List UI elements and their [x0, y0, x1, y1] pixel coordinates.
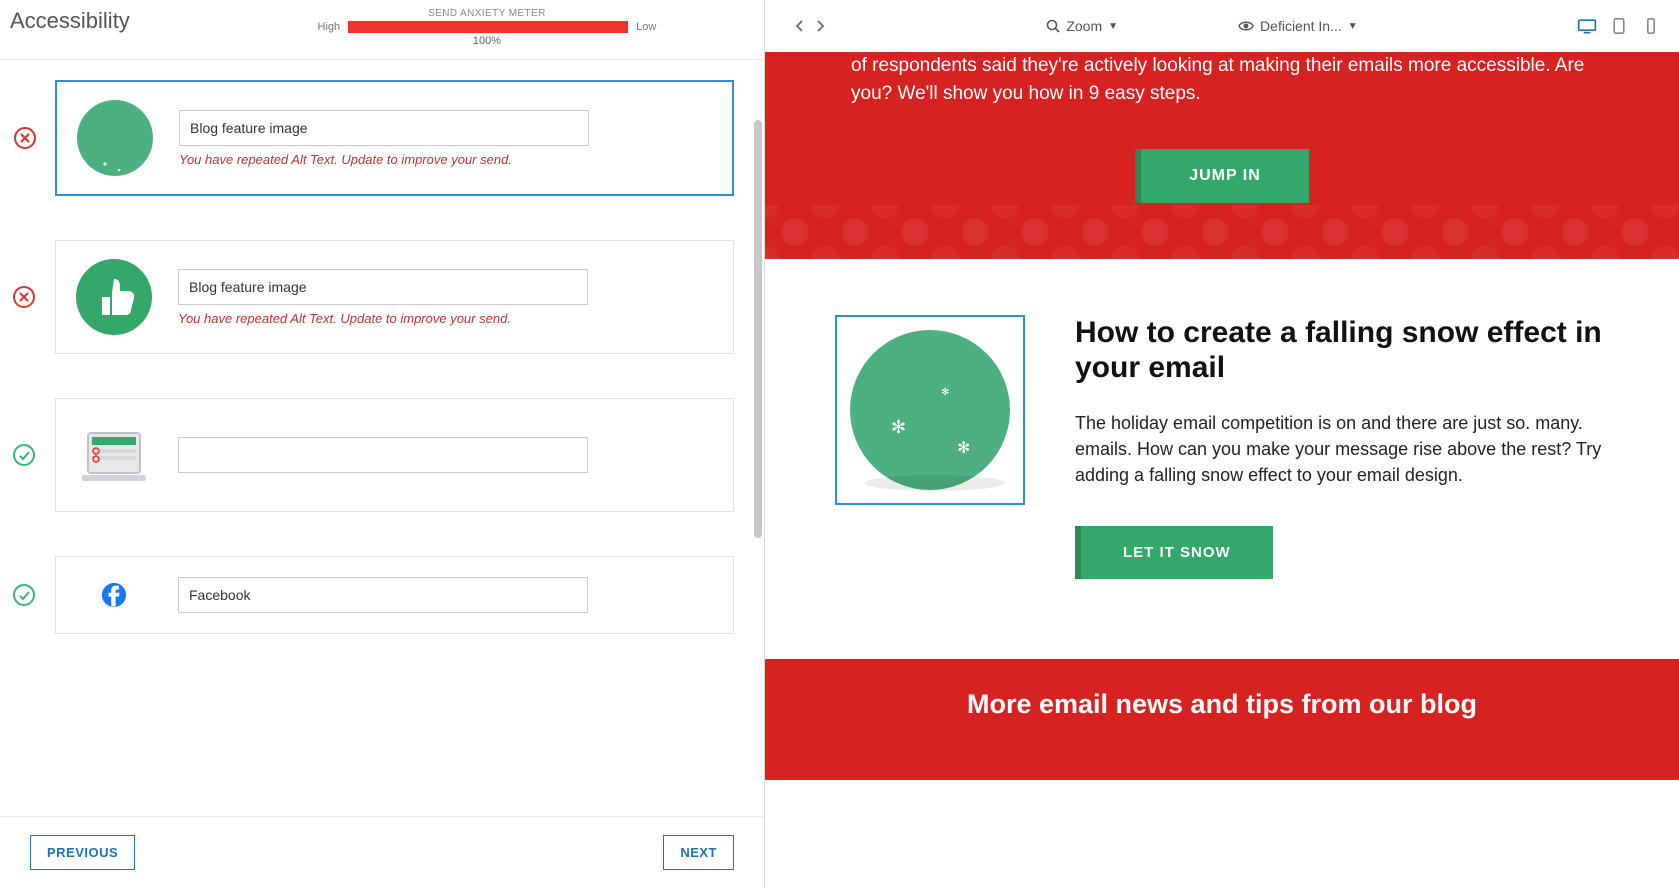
- thumb-snow-circle: [75, 98, 155, 178]
- email-preview-scroll[interactable]: of respondents said they're actively loo…: [765, 52, 1679, 888]
- eye-icon: [1238, 20, 1254, 32]
- status-error-icon: [14, 127, 36, 149]
- left-footer: PREVIOUS NEXT: [0, 816, 764, 888]
- meter-title: SEND ANXIETY METER: [220, 8, 754, 19]
- meter-bar: [348, 21, 628, 33]
- thumb-laptop-icon: [74, 415, 154, 495]
- chevron-right-icon[interactable]: [813, 19, 827, 33]
- preview-panel: Zoom ▼ Deficient In... ▼ of respondents …: [765, 0, 1679, 888]
- scrollbar-thumb[interactable]: [754, 120, 762, 538]
- thumb-facebook-icon: [92, 573, 136, 617]
- tablet-icon[interactable]: [1609, 18, 1629, 34]
- meter-percent: 100%: [220, 35, 754, 47]
- hero-section: of respondents said they're actively loo…: [765, 52, 1679, 259]
- chevron-left-icon[interactable]: [793, 19, 807, 33]
- caret-down-icon: ▼: [1108, 21, 1118, 32]
- nav-arrows[interactable]: [793, 19, 827, 33]
- let-it-snow-button[interactable]: LET IT SNOW: [1075, 526, 1273, 579]
- article-title: How to create a falling snow effect in y…: [1075, 315, 1609, 386]
- cards-scroll[interactable]: You have repeated Alt Text. Update to im…: [0, 60, 764, 816]
- alt-warning: You have repeated Alt Text. Update to im…: [179, 152, 714, 167]
- zoom-dropdown[interactable]: Zoom ▼: [1046, 18, 1118, 34]
- article-section: How to create a falling snow effect in y…: [765, 259, 1679, 659]
- alt-text-input[interactable]: [178, 269, 588, 305]
- article-desc: The holiday email competition is on and …: [1075, 410, 1609, 488]
- hero-pattern: [765, 205, 1679, 259]
- alt-text-input[interactable]: [178, 577, 588, 613]
- next-button[interactable]: NEXT: [663, 835, 734, 870]
- caret-down-icon: ▼: [1348, 21, 1358, 32]
- mobile-icon[interactable]: [1641, 18, 1661, 34]
- alt-text-input[interactable]: [178, 437, 588, 473]
- desktop-icon[interactable]: [1577, 18, 1597, 34]
- status-error-icon: [13, 286, 35, 308]
- alt-text-card[interactable]: You have repeated Alt Text. Update to im…: [55, 80, 734, 196]
- vision-dropdown[interactable]: Deficient In... ▼: [1238, 18, 1358, 34]
- left-header: Accessibility SEND ANXIETY METER High Lo…: [0, 0, 764, 60]
- hero-text: of respondents said they're actively loo…: [851, 52, 1593, 107]
- search-icon: [1046, 19, 1060, 33]
- vision-label: Deficient In...: [1260, 18, 1342, 34]
- email-body: of respondents said they're actively loo…: [765, 52, 1679, 780]
- alt-text-card[interactable]: [55, 398, 734, 512]
- accessibility-panel: Accessibility SEND ANXIETY METER High Lo…: [0, 0, 765, 888]
- previous-button[interactable]: PREVIOUS: [30, 835, 135, 870]
- meter-low-label: Low: [636, 21, 656, 33]
- anxiety-meter: SEND ANXIETY METER High Low 100%: [220, 8, 754, 47]
- page-title: Accessibility: [10, 8, 130, 34]
- alt-text-card[interactable]: [55, 556, 734, 634]
- status-ok-icon: [13, 584, 35, 606]
- article-thumb-selected[interactable]: [835, 315, 1025, 505]
- app-root: Accessibility SEND ANXIETY METER High Lo…: [0, 0, 1679, 888]
- alt-text-card[interactable]: You have repeated Alt Text. Update to im…: [55, 240, 734, 354]
- zoom-label: Zoom: [1066, 18, 1102, 34]
- meter-high-label: High: [318, 21, 341, 33]
- jump-in-button[interactable]: JUMP IN: [1135, 149, 1309, 203]
- blog-band: More email news and tips from our blog: [765, 659, 1679, 780]
- preview-toolbar: Zoom ▼ Deficient In... ▼: [765, 0, 1679, 52]
- alt-warning: You have repeated Alt Text. Update to im…: [178, 311, 715, 326]
- status-ok-icon: [13, 444, 35, 466]
- thumb-thumbs-up-icon: [74, 257, 154, 337]
- alt-text-input[interactable]: [179, 110, 589, 146]
